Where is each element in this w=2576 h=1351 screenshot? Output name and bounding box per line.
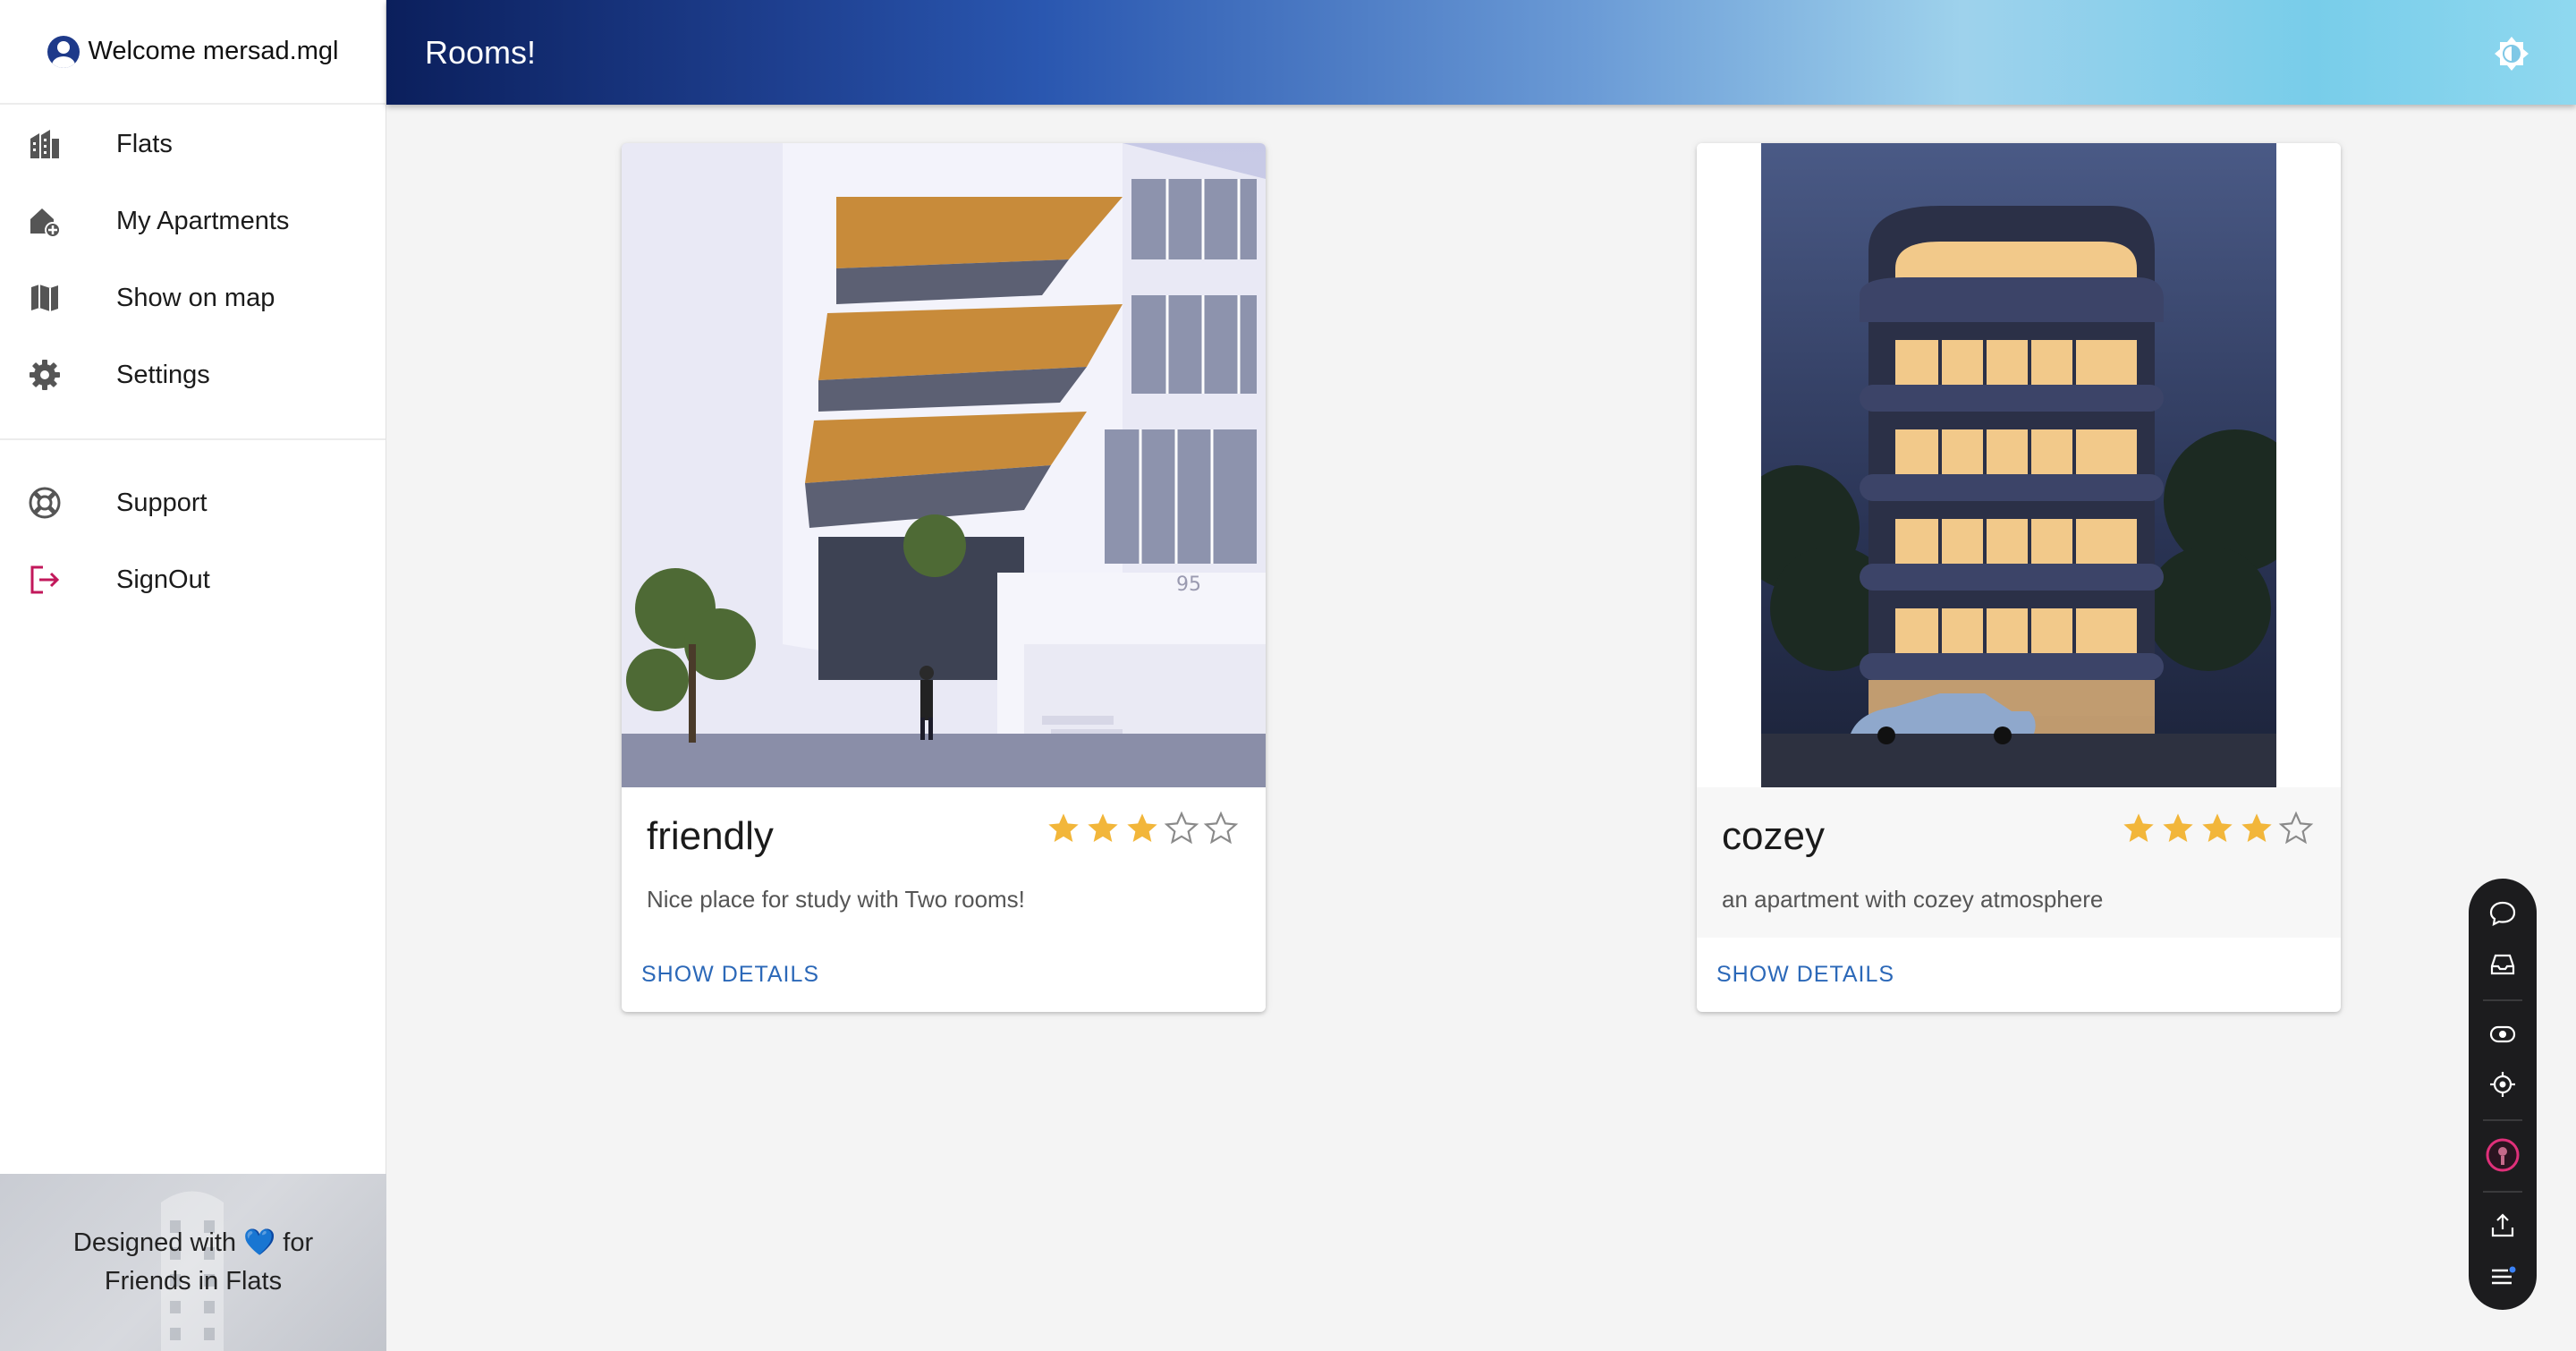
star-rating <box>2121 811 2314 846</box>
target-icon[interactable] <box>2485 1067 2521 1101</box>
card-actions: SHOW DETAILS <box>1697 938 2341 1012</box>
comment-icon[interactable] <box>2485 896 2521 930</box>
room-card: 95 friendly Nice place for study with Tw… <box>622 143 1266 1012</box>
star-filled-icon <box>2123 813 2154 842</box>
sidebar-item-settings[interactable]: Settings <box>0 336 386 413</box>
sidebar-item-label: Settings <box>116 360 210 389</box>
nav-list: Flats My Apartments Show on map Settings <box>0 105 386 413</box>
star-filled-icon <box>2163 813 2193 842</box>
menu-icon[interactable] <box>2485 1260 2521 1294</box>
show-details-button[interactable]: SHOW DETAILS <box>1716 962 1894 988</box>
sidebar-item-signout[interactable]: SignOut <box>0 541 386 618</box>
star-filled-icon <box>1088 813 1118 842</box>
star-filled-icon <box>2202 813 2233 842</box>
toolbar-divider <box>2483 1119 2522 1122</box>
room-image: 95 <box>622 143 1266 787</box>
star-filled-icon <box>1048 813 1079 842</box>
card-content: friendly Nice place for study with Two r… <box>622 787 1266 938</box>
card-actions: SHOW DETAILS <box>622 938 1266 1012</box>
logout-icon <box>27 562 63 598</box>
home-add-icon <box>27 203 63 239</box>
buildings-icon <box>27 126 63 162</box>
star-empty-icon <box>1203 811 1239 845</box>
star-filled-icon <box>2241 813 2272 842</box>
toolbar-divider <box>2483 1191 2522 1194</box>
welcome-text: Welcome mersad.mgl <box>88 37 339 65</box>
show-details-button[interactable]: SHOW DETAILS <box>641 962 819 988</box>
sidebar-divider <box>0 438 386 440</box>
footer-line2: Friends in Flats <box>104 1267 283 1296</box>
star-empty-icon <box>1164 811 1199 845</box>
room-card: cozey an apartment with cozey atmosphere… <box>1697 143 2341 1012</box>
star-filled-icon <box>1127 813 1157 842</box>
inbox-icon[interactable] <box>2485 947 2521 981</box>
footer-text: Designed with 💙 for Friends in Flats <box>73 1224 313 1301</box>
star-rating <box>1046 811 1239 846</box>
card-description: an apartment with cozey atmosphere <box>1722 886 2104 913</box>
sidebar-item-label: SignOut <box>116 565 210 594</box>
svg-text:95: 95 <box>1176 574 1201 596</box>
nav-list-secondary: Support SignOut <box>0 463 386 618</box>
eye-icon[interactable] <box>2485 1017 2521 1051</box>
avatar-icon[interactable] <box>2485 1137 2521 1173</box>
sidebar-item-support[interactable]: Support <box>0 464 386 541</box>
map-icon <box>27 280 63 316</box>
card-description: Nice place for study with Two rooms! <box>647 886 1025 913</box>
room-image <box>1697 143 2341 787</box>
sidebar-item-show-on-map[interactable]: Show on map <box>0 259 386 336</box>
lifebuoy-icon <box>27 485 63 521</box>
sidebar-item-my-apartments[interactable]: My Apartments <box>0 183 386 259</box>
page-title: Rooms! <box>425 33 537 71</box>
user-icon <box>47 35 80 68</box>
sidebar-item-label: Flats <box>116 129 173 158</box>
card-content: cozey an apartment with cozey atmosphere <box>1697 787 2341 938</box>
sidebar-item-label: My Apartments <box>116 206 290 235</box>
gear-icon <box>27 357 63 393</box>
footer-prefix: Designed with <box>72 1228 237 1257</box>
sidebar: Welcome mersad.mgl Flats My Apartments S… <box>0 0 386 1351</box>
sidebar-item-label: Show on map <box>116 283 275 312</box>
floating-toolbar <box>2469 879 2537 1310</box>
sidebar-item-flats[interactable]: Flats <box>0 106 386 183</box>
sidebar-footer: Designed with 💙 for Friends in Flats <box>0 1174 386 1351</box>
sidebar-item-label: Support <box>116 488 208 517</box>
footer-suffix: for <box>283 1228 314 1257</box>
heart-icon: 💙 <box>243 1228 276 1257</box>
app-bar: Rooms! <box>386 0 2576 105</box>
toolbar-divider <box>2483 998 2522 1001</box>
star-empty-icon <box>2278 811 2314 845</box>
brightness-icon[interactable] <box>2494 36 2529 72</box>
upload-icon[interactable] <box>2485 1209 2521 1243</box>
sidebar-header: Welcome mersad.mgl <box>0 0 386 105</box>
